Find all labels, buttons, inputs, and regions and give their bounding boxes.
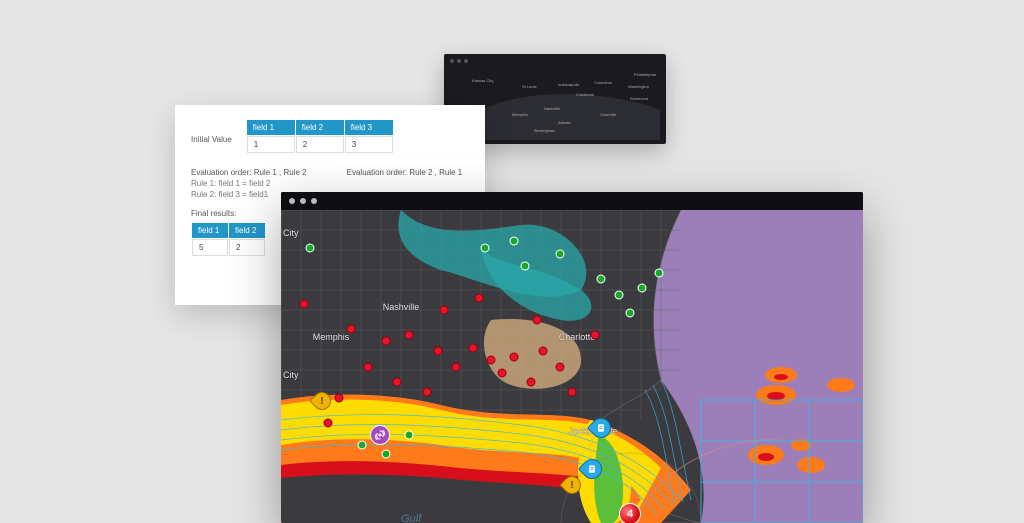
map-marker-red[interactable] — [469, 343, 478, 352]
map-marker-red[interactable] — [509, 353, 518, 362]
table-header: field 2 — [296, 120, 344, 135]
hurricane-pin-icon[interactable] — [370, 425, 390, 445]
map-marker-green[interactable] — [614, 290, 623, 299]
city-label-midleft: City — [283, 370, 299, 380]
map-marker-red[interactable] — [300, 299, 309, 308]
svg-text:Nashville: Nashville — [544, 106, 561, 111]
map-marker-red[interactable] — [405, 331, 414, 340]
map-marker-red[interactable] — [451, 362, 460, 371]
evaluation-order-b: Evaluation order: Rule 2 , Rule 1 — [347, 168, 463, 177]
map-marker-green[interactable] — [358, 440, 367, 449]
svg-text:Cincinnati: Cincinnati — [576, 92, 594, 97]
map-marker-red[interactable] — [591, 331, 600, 340]
map-marker-green[interactable] — [480, 243, 489, 252]
city-label-topleft: City — [283, 228, 299, 238]
map-marker-green[interactable] — [626, 309, 635, 318]
map-marker-red[interactable] — [538, 346, 547, 355]
map-marker-red[interactable] — [393, 378, 402, 387]
map-marker-red[interactable] — [434, 346, 443, 355]
window-traffic-lights — [450, 59, 468, 63]
map-marker-red[interactable] — [346, 324, 355, 333]
map-marker-red[interactable] — [474, 293, 483, 302]
map-marker-green[interactable] — [556, 249, 565, 258]
map-marker-green[interactable] — [509, 237, 518, 246]
svg-text:Birmingham: Birmingham — [534, 128, 556, 133]
map-marker-red[interactable] — [439, 306, 448, 315]
table-header: field 2 — [229, 223, 265, 238]
svg-text:Atlanta: Atlanta — [558, 120, 571, 125]
gulf-label: Gulf — [401, 513, 422, 523]
table-cell: 5 — [192, 239, 228, 256]
titlebar — [281, 192, 863, 210]
map-marker-green[interactable] — [637, 284, 646, 293]
map-marker-green[interactable] — [405, 431, 414, 440]
map-marker-red[interactable] — [323, 418, 332, 427]
map-marker-red[interactable] — [498, 368, 507, 377]
table-cell: 2 — [229, 239, 265, 256]
svg-text:Indianapolis: Indianapolis — [558, 82, 579, 87]
map-marker-green[interactable] — [655, 268, 664, 277]
map-marker-red[interactable] — [556, 362, 565, 371]
window-dot — [300, 198, 306, 204]
map-app-window[interactable]: Nashville Memphis Charlotte Jacksonville… — [281, 192, 863, 523]
svg-text:Richmond: Richmond — [630, 96, 648, 101]
initial-value-label: Initial Value — [191, 119, 232, 144]
svg-text:Charlotte: Charlotte — [600, 112, 617, 117]
city-label-charlotte: Charlotte — [559, 332, 596, 342]
map-marker-red[interactable] — [381, 337, 390, 346]
map-marker-red[interactable] — [364, 362, 373, 371]
map-marker-green[interactable] — [381, 450, 390, 459]
rule-1-text: Rule 1: field 1 = field 2 — [191, 179, 469, 188]
table-cell: 3 — [345, 136, 393, 153]
map-marker-red[interactable] — [527, 378, 536, 387]
table-cell: 1 — [247, 136, 295, 153]
map-marker-green[interactable] — [597, 274, 606, 283]
evaluation-order-a: Evaluation order: Rule 1 , Rule 2 — [191, 168, 307, 177]
svg-text:Memphis: Memphis — [512, 112, 528, 117]
svg-text:Washington: Washington — [628, 84, 649, 89]
map-marker-green[interactable] — [521, 262, 530, 271]
map-marker-red[interactable] — [533, 315, 542, 324]
map-marker-red[interactable] — [486, 356, 495, 365]
map-marker-red[interactable] — [422, 387, 431, 396]
table-cell: 2 — [296, 136, 344, 153]
table-header: field 1 — [247, 120, 295, 135]
table-header: field 3 — [345, 120, 393, 135]
city-label-memphis: Memphis — [313, 332, 350, 342]
table-header: field 1 — [192, 223, 228, 238]
map-marker-red[interactable] — [568, 387, 577, 396]
stage: Kansas City St Louis Indianapolis Cincin… — [0, 0, 1024, 523]
svg-text:Philadelphia: Philadelphia — [634, 72, 657, 77]
initial-value-table: field 1 field 2 field 3 1 2 3 — [246, 119, 394, 154]
map-marker-green[interactable] — [306, 243, 315, 252]
svg-text:Kansas City: Kansas City — [472, 78, 493, 83]
window-dot — [289, 198, 295, 204]
map-marker-red[interactable] — [335, 393, 344, 402]
city-label-nashville: Nashville — [383, 302, 420, 312]
svg-text:Columbus: Columbus — [594, 80, 612, 85]
category-badge[interactable]: 4 — [619, 503, 641, 523]
map-canvas[interactable]: Nashville Memphis Charlotte Jacksonville… — [281, 210, 863, 523]
window-dot — [311, 198, 317, 204]
svg-text:St Louis: St Louis — [522, 84, 536, 89]
final-results-table: field 1 field 2 5 2 — [191, 222, 266, 257]
